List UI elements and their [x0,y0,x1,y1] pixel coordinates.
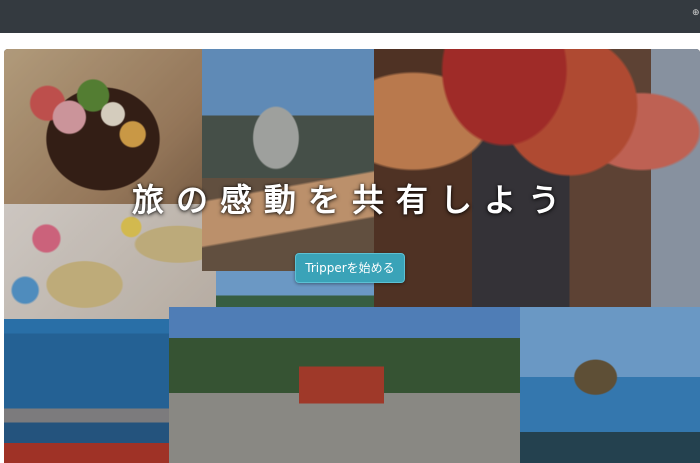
hero-section: 旅の感動を共有しよう Tripperを始める [4,49,700,463]
nav-edge-icon[interactable]: ⊕ [692,9,700,18]
hero-title: 旅の感動を共有しよう [131,181,572,219]
top-navbar: ⊕ [0,0,700,33]
start-tripper-button[interactable]: Tripperを始める [295,253,405,283]
